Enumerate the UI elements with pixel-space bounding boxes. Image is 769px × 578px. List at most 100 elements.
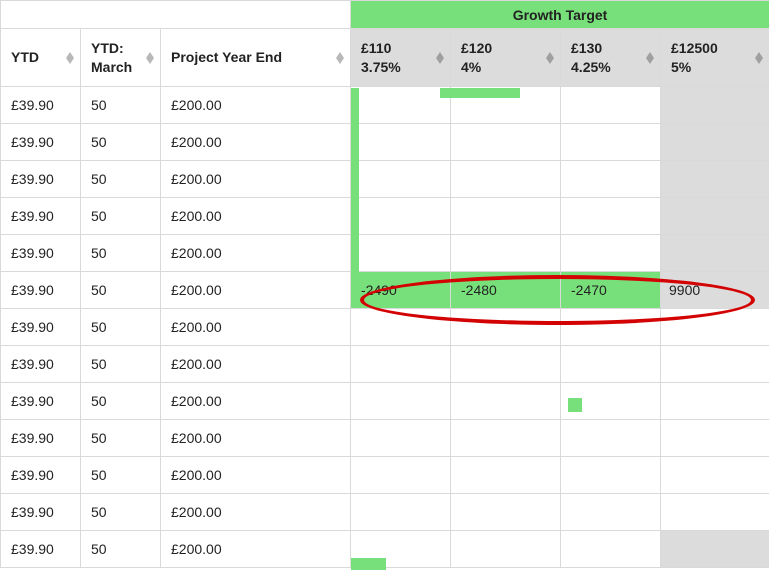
cell-ytd: £39.90 [1, 383, 81, 420]
cell-gt-130 [561, 235, 661, 272]
cell-ytd: £39.90 [1, 198, 81, 235]
cell-gt-110 [351, 346, 451, 383]
cell-ytd-march: 50 [81, 346, 161, 383]
cell-gt-12500: 9900 [661, 272, 769, 309]
sort-icon[interactable] [436, 52, 444, 64]
cell-gt-130 [561, 346, 661, 383]
cell-project-year-end: £200.00 [161, 235, 351, 272]
cell-ytd-march: 50 [81, 383, 161, 420]
cell-gt-110 [351, 531, 451, 568]
cell-project-year-end: £200.00 [161, 494, 351, 531]
cell-ytd-march: 50 [81, 161, 161, 198]
col-ytd[interactable]: YTD [1, 29, 81, 87]
table-row: £39.9050£200.00 [1, 531, 769, 568]
col-ytd-march-line1: YTD: [91, 40, 124, 56]
table-wrapper: Growth Target YTD YTD: March Project Yea… [0, 0, 769, 568]
cell-ytd-march: 50 [81, 494, 161, 531]
cell-gt-130 [561, 383, 661, 420]
cell-gt-120 [451, 457, 561, 494]
cell-gt-120: -2480 [451, 272, 561, 309]
cell-gt-130 [561, 124, 661, 161]
cell-gt-110 [351, 494, 451, 531]
cell-gt-110 [351, 124, 451, 161]
cell-gt-12500 [661, 161, 769, 198]
col-project-year-end[interactable]: Project Year End [161, 29, 351, 87]
table-row: £39.9050£200.00 [1, 235, 769, 272]
cell-gt-130: -2470 [561, 272, 661, 309]
cell-gt-12500 [661, 87, 769, 124]
col-pye-label: Project Year End [171, 49, 282, 65]
cell-project-year-end: £200.00 [161, 309, 351, 346]
cell-gt-120 [451, 383, 561, 420]
cell-gt-12500 [661, 420, 769, 457]
cell-gt-120 [451, 309, 561, 346]
table-row: £39.9050£200.00 [1, 124, 769, 161]
cell-project-year-end: £200.00 [161, 531, 351, 568]
cell-gt-130 [561, 161, 661, 198]
cell-gt-110 [351, 457, 451, 494]
cell-project-year-end: £200.00 [161, 346, 351, 383]
cell-ytd: £39.90 [1, 309, 81, 346]
cell-gt-110 [351, 235, 451, 272]
cell-ytd-march: 50 [81, 457, 161, 494]
cell-gt-120 [451, 124, 561, 161]
table-row: £39.9050£200.00 [1, 457, 769, 494]
sort-icon[interactable] [66, 52, 74, 64]
cell-ytd: £39.90 [1, 124, 81, 161]
cell-gt-110 [351, 161, 451, 198]
cell-gt-12500 [661, 531, 769, 568]
cell-gt-12500 [661, 346, 769, 383]
cell-project-year-end: £200.00 [161, 198, 351, 235]
cell-gt-12500 [661, 383, 769, 420]
col-gt4-line2: 5% [671, 58, 747, 77]
cell-ytd-march: 50 [81, 198, 161, 235]
col-gt-130[interactable]: £130 4.25% [561, 29, 661, 87]
cell-gt-130 [561, 420, 661, 457]
sort-icon[interactable] [546, 52, 554, 64]
cell-gt-12500 [661, 494, 769, 531]
cell-project-year-end: £200.00 [161, 87, 351, 124]
col-gt3-line2: 4.25% [571, 58, 638, 77]
table-row: £39.9050£200.00 [1, 346, 769, 383]
cell-project-year-end: £200.00 [161, 383, 351, 420]
cell-gt-12500 [661, 309, 769, 346]
cell-gt-110 [351, 420, 451, 457]
cell-gt-130 [561, 531, 661, 568]
cell-gt-130 [561, 309, 661, 346]
table-row: £39.9050£200.00 [1, 161, 769, 198]
cell-gt-120 [451, 346, 561, 383]
table-row: £39.9050£200.00 [1, 383, 769, 420]
cell-ytd: £39.90 [1, 494, 81, 531]
cell-ytd-march: 50 [81, 124, 161, 161]
col-gt2-line2: 4% [461, 58, 538, 77]
sort-icon[interactable] [755, 52, 763, 64]
cell-project-year-end: £200.00 [161, 272, 351, 309]
col-ytd-march-line2: March [91, 58, 138, 77]
col-gt-120[interactable]: £120 4% [451, 29, 561, 87]
cell-ytd: £39.90 [1, 87, 81, 124]
col-ytd-label: YTD [11, 49, 39, 65]
cell-gt-130 [561, 494, 661, 531]
col-gt-110[interactable]: £110 3.75% [351, 29, 451, 87]
sort-icon[interactable] [646, 52, 654, 64]
cell-gt-130 [561, 198, 661, 235]
sort-icon[interactable] [336, 52, 344, 64]
col-gt-12500[interactable]: £12500 5% [661, 29, 769, 87]
col-gt3-line1: £130 [571, 40, 602, 56]
sort-icon[interactable] [146, 52, 154, 64]
cell-project-year-end: £200.00 [161, 124, 351, 161]
col-ytd-march[interactable]: YTD: March [81, 29, 161, 87]
cell-gt-110 [351, 198, 451, 235]
cell-ytd-march: 50 [81, 309, 161, 346]
col-gt4-line1: £12500 [671, 40, 718, 56]
cell-gt-110: -2490 [351, 272, 451, 309]
group-header-blank [1, 1, 351, 29]
cell-project-year-end: £200.00 [161, 420, 351, 457]
data-table: Growth Target YTD YTD: March Project Yea… [0, 0, 769, 568]
cell-ytd: £39.90 [1, 457, 81, 494]
cell-ytd: £39.90 [1, 235, 81, 272]
table-row: £39.9050£200.00 [1, 494, 769, 531]
cell-gt-120 [451, 420, 561, 457]
column-header-row: YTD YTD: March Project Year End [1, 29, 769, 87]
cell-gt-120 [451, 87, 561, 124]
